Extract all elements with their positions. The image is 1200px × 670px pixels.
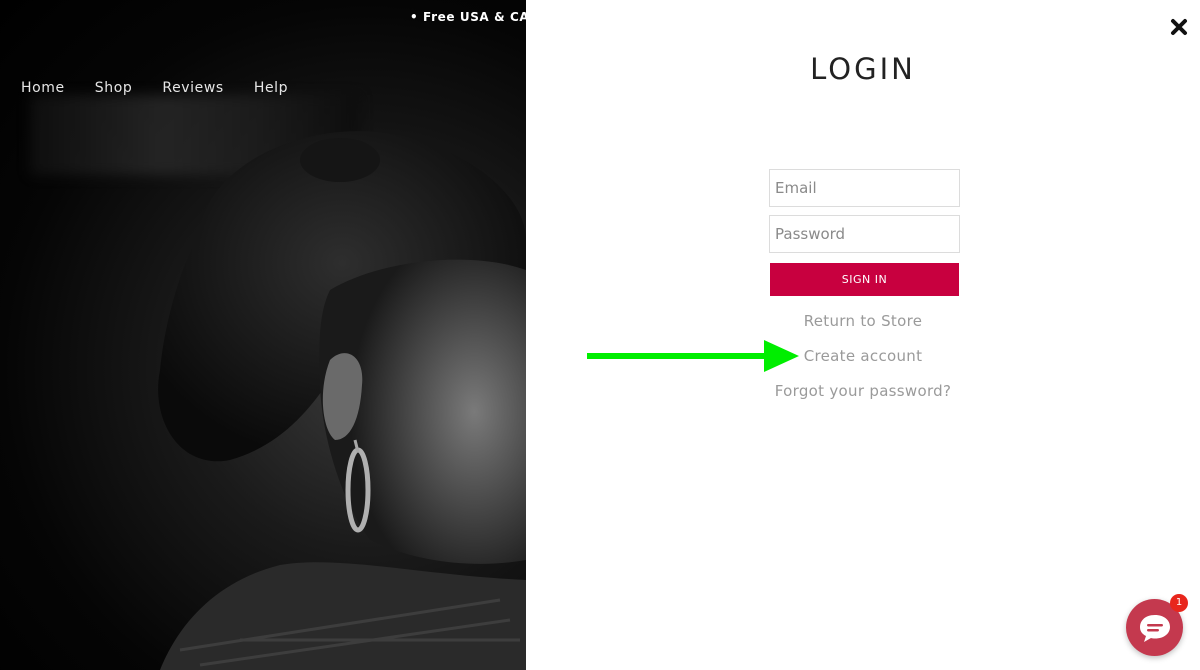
nav-item-home[interactable]: Home <box>21 80 65 96</box>
arrow-right-icon <box>587 340 799 372</box>
main-nav: Home Shop Reviews Help <box>21 80 288 96</box>
nav-item-shop[interactable]: Shop <box>95 80 133 96</box>
hero-background: • Free USA & CAN Shipping Home Shop Revi… <box>0 0 526 670</box>
promo-banner: • Free USA & CAN Shipping <box>410 10 526 24</box>
return-to-store-link[interactable]: Return to Store <box>526 312 1200 330</box>
forgot-password-link[interactable]: Forgot your password? <box>526 382 1200 400</box>
email-field[interactable] <box>769 169 960 207</box>
login-drawer: LOGIN SIGN IN Return to Store Create acc… <box>526 0 1200 670</box>
nav-item-reviews[interactable]: Reviews <box>162 80 223 96</box>
portrait-image <box>158 131 526 670</box>
close-icon[interactable] <box>1170 18 1188 36</box>
chat-bubble-icon <box>1140 615 1170 642</box>
password-field[interactable] <box>769 215 960 253</box>
sign-in-button[interactable]: SIGN IN <box>770 263 959 296</box>
nav-item-help[interactable]: Help <box>254 80 288 96</box>
page-title: LOGIN <box>810 52 916 86</box>
notification-badge: 1 <box>1170 594 1188 612</box>
